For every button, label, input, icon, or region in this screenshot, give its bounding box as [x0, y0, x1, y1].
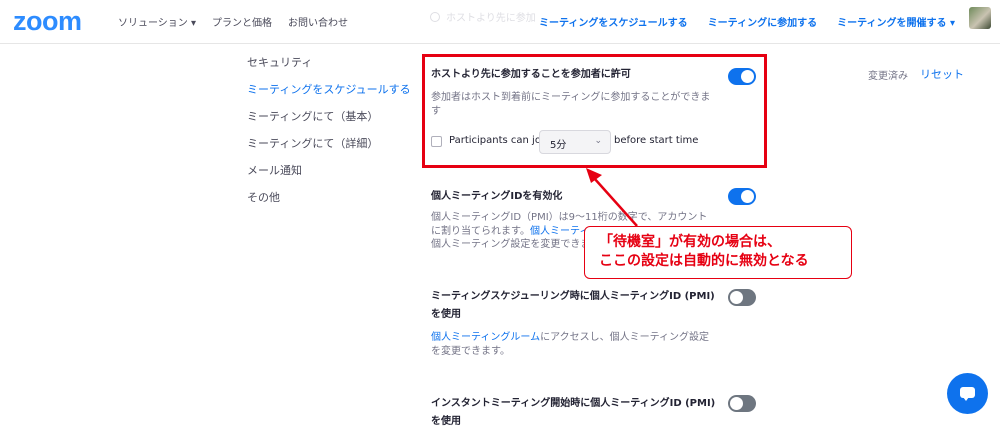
annotation-callout: 「待機室」が有効の場合は、 ここの設定は自動的に無効となる — [584, 226, 852, 279]
callout-line-1: 「待機室」が有効の場合は、 — [599, 234, 781, 250]
pmi-schedule-desc-1: 個人ミーティングルームにアクセスし、個人ミーティング設定 — [431, 331, 709, 345]
toggle-knob — [741, 190, 754, 203]
enable-pmi-title: 個人ミーティングIDを有効化 — [431, 191, 563, 202]
arrow-head — [586, 168, 602, 183]
pmi-link[interactable]: 個人ミーティ — [530, 226, 589, 237]
changed-status: 変更済み — [868, 71, 908, 82]
nav-contact[interactable]: お問い合わせ — [288, 14, 348, 29]
faded-radio-option: ホストより先に参加 — [430, 9, 536, 24]
sidebar-item-in-meeting-basic[interactable]: ミーティングにて（基本） — [247, 110, 411, 137]
meeting-nav: ミーティングをスケジュールする ミーティングに参加する ミーティングを開催する … — [539, 14, 955, 29]
host-meeting-link[interactable]: ミーティングを開催する ▾ — [837, 14, 955, 29]
enable-pmi-desc-2-text: に割り当てられます。 — [431, 226, 530, 237]
enable-pmi-desc-2: に割り当てられます。個人ミーティ — [431, 225, 589, 239]
radio-icon — [430, 12, 440, 22]
pmi-instant-title-1: インスタントミーティング開始時に個人ミーティングID (PMI) — [431, 398, 716, 409]
pmi-instant-toggle[interactable] — [728, 395, 756, 412]
enable-pmi-toggle[interactable] — [728, 188, 756, 205]
nav-pricing[interactable]: プランと価格 — [212, 14, 272, 29]
toggle-knob — [730, 397, 743, 410]
avatar[interactable] — [969, 7, 991, 29]
pmi-instant-title-2: を使用 — [431, 416, 461, 427]
callout-line-2: ここの設定は自動的に無効となる — [599, 253, 809, 269]
toggle-knob — [730, 291, 743, 304]
join-meeting-link[interactable]: ミーティングに参加する — [708, 14, 817, 29]
chat-bubble-tail — [963, 397, 969, 401]
enable-pmi-desc-3: 個人ミーティング設定を変更できま — [431, 239, 591, 250]
faded-option-label: ホストより先に参加 — [446, 13, 536, 24]
settings-sidebar: セキュリティ ミーティングをスケジュールする ミーティングにて（基本） ミーティ… — [247, 56, 411, 218]
enable-pmi-desc-1: 個人ミーティングID（PMI）は9～11桁の数字で、アカウント — [431, 212, 708, 223]
nav-solutions[interactable]: ソリューション ▾ — [118, 14, 196, 29]
reset-link[interactable]: リセット — [920, 66, 964, 82]
highlight-frame — [422, 54, 767, 168]
schedule-meeting-link[interactable]: ミーティングをスケジュールする — [539, 14, 688, 29]
pmi-schedule-toggle[interactable] — [728, 289, 756, 306]
pmi-schedule-title-2: を使用 — [431, 309, 461, 320]
personal-room-link[interactable]: 個人ミーティングルーム — [431, 332, 540, 343]
top-header: zoom ソリューション ▾ プランと価格 お問い合わせ ホストより先に参加 ミ… — [0, 0, 1000, 44]
sidebar-item-security[interactable]: セキュリティ — [247, 56, 411, 83]
pmi-schedule-desc-rest: にアクセスし、個人ミーティング設定 — [540, 332, 710, 343]
pmi-schedule-title-1: ミーティングスケジューリング時に個人ミーティングID (PMI) — [431, 291, 715, 302]
sidebar-item-schedule[interactable]: ミーティングをスケジュールする — [247, 83, 411, 110]
zoom-logo[interactable]: zoom — [13, 6, 82, 37]
sidebar-item-in-meeting-advanced[interactable]: ミーティングにて（詳細） — [247, 137, 411, 164]
chat-button[interactable] — [947, 373, 988, 414]
sidebar-item-email[interactable]: メール通知 — [247, 164, 411, 191]
main-nav: ソリューション ▾ プランと価格 お問い合わせ — [118, 14, 348, 29]
sidebar-item-other[interactable]: その他 — [247, 191, 411, 218]
pmi-schedule-desc-2: を変更できます。 — [431, 346, 510, 357]
